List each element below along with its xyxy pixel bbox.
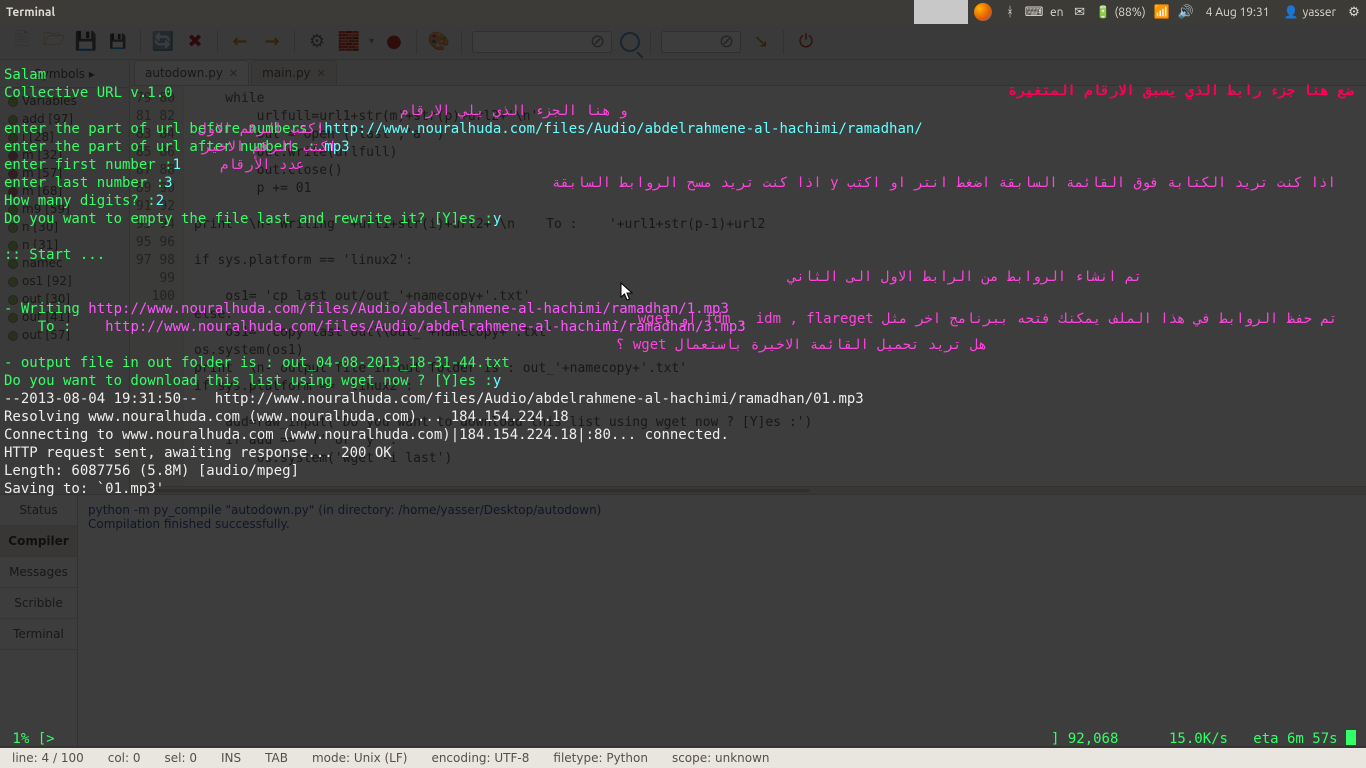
- progress-stats: ] 92,068 15.0K/s eta 6m 57s: [1051, 730, 1356, 748]
- annotation: ضع هنا جزء رابط الذي يسبق الارقام المتغي…: [1008, 82, 1354, 100]
- terminal-line: Length: 6087756 (5.8M) [audio/mpeg]: [4, 462, 1362, 480]
- terminal-line: Saving to: `01.mp3': [4, 480, 1362, 498]
- terminal-line: enter first number :1: [4, 156, 1362, 174]
- clock[interactable]: 4 Aug 19:31: [1206, 6, 1270, 19]
- keyboard-lang[interactable]: en: [1050, 6, 1063, 19]
- mail-icon[interactable]: ✉: [1068, 0, 1092, 24]
- status-ft: filetype: Python: [541, 751, 660, 765]
- annotation: و هنا الجزء الذي يلي الارقام: [400, 102, 628, 120]
- network-icon[interactable]: 📶: [1150, 0, 1174, 24]
- sound-icon[interactable]: 🔊: [1174, 0, 1198, 24]
- annotation: تم انشاء الروابط من الرابط الاول الى الث…: [788, 268, 1142, 286]
- battery-icon: 🔋: [1096, 5, 1111, 19]
- annotation: اكتب الرقم الاول: [198, 120, 324, 138]
- terminal-line: Resolving www.nouralhuda.com (www.noural…: [4, 408, 1362, 426]
- annotation: هل تريد تحميل القائمة الاخيرة باستعمال w…: [616, 336, 987, 354]
- status-tab: TAB: [253, 751, 300, 765]
- annotation: تم حفظ الروابط في هذا الملف يمكنك فتحه ب…: [604, 310, 1337, 328]
- status-bar: line: 4 / 100 col: 0 sel: 0 INS TAB mode…: [0, 746, 1366, 768]
- terminal-line: [4, 264, 1362, 282]
- terminal-line: --2013-08-04 19:31:50-- http://www.noura…: [4, 390, 1362, 408]
- user-menu[interactable]: 👤 yasser: [1284, 5, 1336, 19]
- status-enc: encoding: UTF-8: [419, 751, 541, 765]
- status-col: col: 0: [96, 751, 153, 765]
- terminal-line: HTTP request sent, awaiting response... …: [4, 444, 1362, 462]
- terminal-line: Connecting to www.nouralhuda.com (www.no…: [4, 426, 1362, 444]
- firefox-icon[interactable]: [974, 3, 992, 21]
- terminal-line: How many digits? :2: [4, 192, 1362, 210]
- bluetooth-icon[interactable]: ᚼ: [998, 0, 1022, 24]
- window-title: Terminal: [0, 6, 55, 19]
- terminal-line: [4, 498, 1362, 516]
- annotation: اذا كنت تريد الكتابة فوق القائمة السابقة…: [552, 174, 1336, 192]
- status-mode: mode: Unix (LF): [300, 751, 419, 765]
- battery-pct: (88%): [1114, 6, 1145, 19]
- wget-progress: 1% [> ] 92,068 15.0K/s eta 6m 57s: [4, 730, 1356, 748]
- session-icon[interactable]: ⚙: [1342, 0, 1366, 24]
- status-line: line: 4 / 100: [0, 751, 96, 765]
- terminal-line: Do you want to empty the file last and r…: [4, 210, 1362, 228]
- terminal-line: Do you want to download this list using …: [4, 372, 1362, 390]
- terminal-line: :: Start ...: [4, 246, 1362, 264]
- terminal-line: - output file in out folder is : out_04-…: [4, 354, 1362, 372]
- keyboard-icon[interactable]: ⌨: [1022, 0, 1046, 24]
- status-sel: sel: 0: [153, 751, 209, 765]
- status-scope: scope: unknown: [660, 751, 782, 765]
- battery-indicator[interactable]: 🔋 (88%): [1096, 5, 1146, 19]
- annotation: اكتب الرقم الاخير: [202, 138, 337, 156]
- panel-selection: [914, 0, 968, 24]
- terminal-line: [4, 282, 1362, 300]
- terminal-line: [4, 228, 1362, 246]
- status-ins: INS: [209, 751, 253, 765]
- cursor-block: [1346, 730, 1356, 745]
- terminal[interactable]: SalamCollective URL v.1.0 enter the part…: [0, 24, 1366, 748]
- terminal-line: [4, 102, 1362, 120]
- user-name: yasser: [1302, 6, 1336, 19]
- progress-left: 1% [>: [4, 730, 55, 748]
- ubuntu-top-panel: Terminal ᚼ ⌨ en ✉ 🔋 (88%) 📶 🔊 4 Aug 19:3…: [0, 0, 1366, 24]
- annotation: عدد الأرقام: [220, 156, 304, 174]
- user-icon: 👤: [1284, 5, 1299, 19]
